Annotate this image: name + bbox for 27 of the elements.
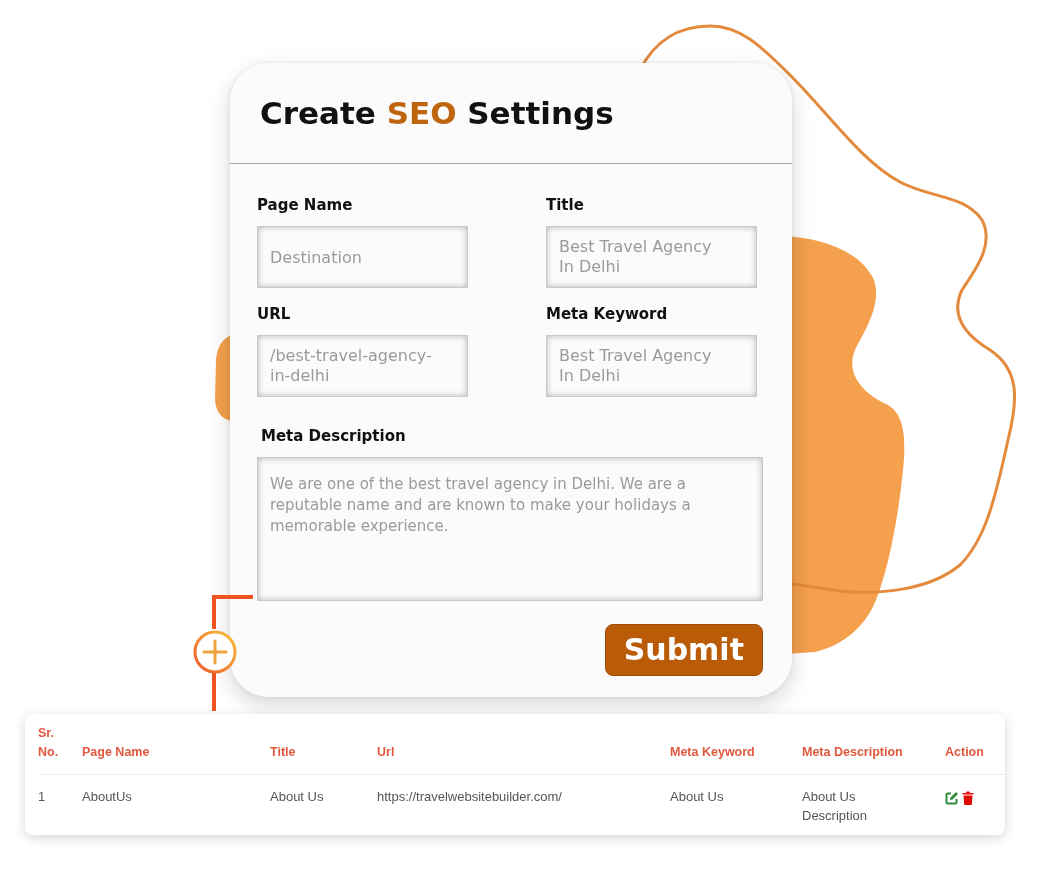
- trash-icon[interactable]: [962, 791, 974, 806]
- column-header: Meta Keyword: [670, 714, 802, 774]
- column-header: Meta Description: [802, 714, 945, 774]
- field-label: Meta Description: [261, 427, 406, 445]
- column-header: Sr. No.: [38, 714, 82, 774]
- table-cell: https://travelwebsitebuilder.com/: [377, 774, 670, 835]
- column-header: Action: [945, 714, 1005, 774]
- table-cell: About Us: [670, 774, 802, 835]
- field-label: Meta Keyword: [546, 305, 668, 323]
- field-label: Page Name: [257, 196, 353, 214]
- form-title: Create SEO Settings: [260, 94, 614, 133]
- edit-icon[interactable]: [945, 791, 959, 806]
- field-label: URL: [257, 305, 291, 323]
- table-cell: About Us: [270, 774, 377, 835]
- column-header: Url: [377, 714, 670, 774]
- column-header: Page Name: [82, 714, 270, 774]
- field-label: Title: [546, 196, 584, 214]
- input-field[interactable]: /best-travel-agency-in-delhi: [257, 335, 468, 397]
- input-field[interactable]: Destination: [257, 226, 468, 288]
- table-cell: About Us Description: [802, 774, 945, 835]
- input-field[interactable]: Best Travel Agency In Delhi: [546, 335, 757, 397]
- table-cell: 1: [38, 774, 82, 835]
- input-field[interactable]: Best Travel Agency In Delhi: [546, 226, 757, 288]
- submit-button[interactable]: Submit: [604, 624, 763, 676]
- table-cell: AboutUs: [82, 774, 270, 835]
- textarea-field[interactable]: We are one of the best travel agency in Delhi. We are a reputable name and are known to make your holidays a memorable experience.: [257, 457, 763, 601]
- column-header: Title: [270, 714, 377, 774]
